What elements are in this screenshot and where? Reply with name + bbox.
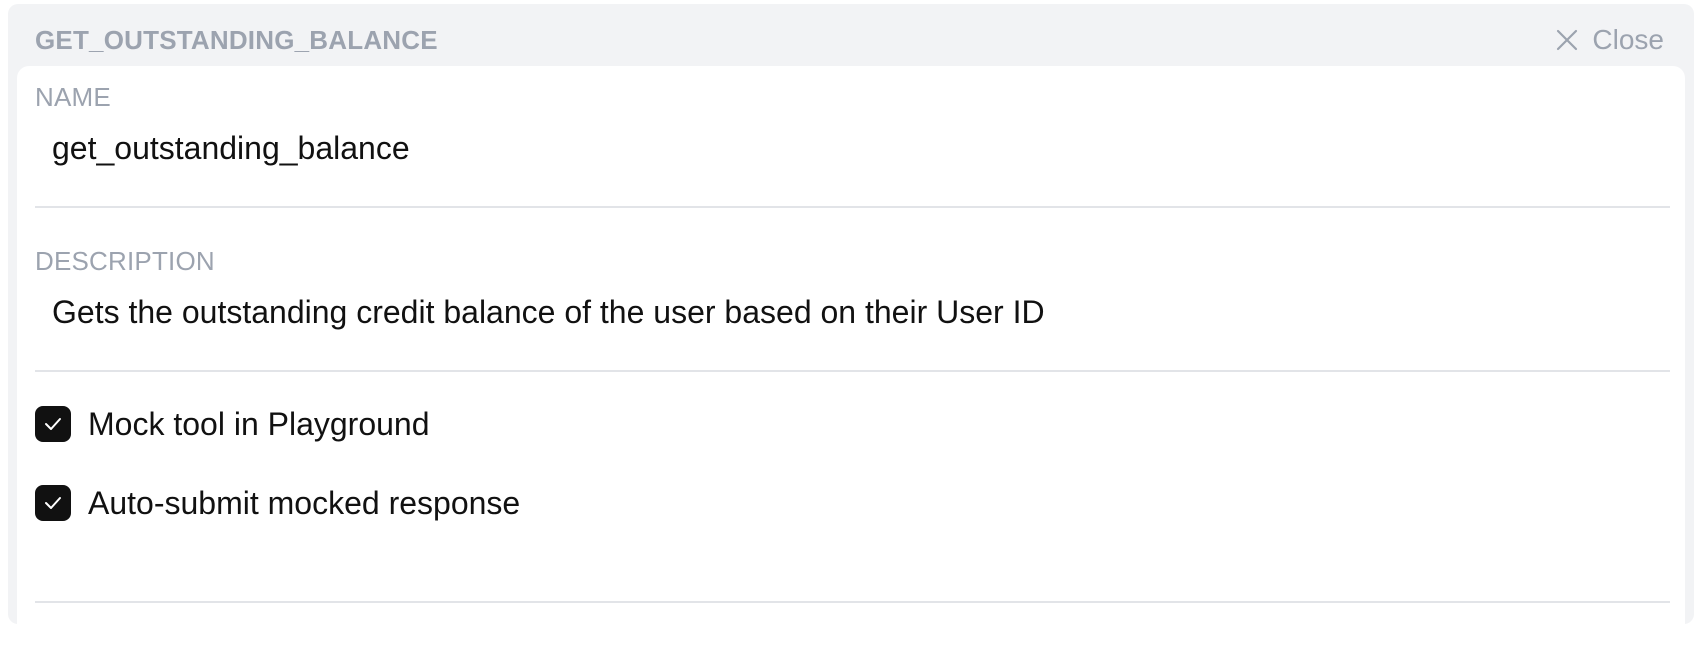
close-icon	[1557, 29, 1578, 51]
close-button-label: Close	[1592, 24, 1664, 55]
mock-tool-checkbox-row[interactable]: Mock tool in Playground	[35, 404, 430, 444]
name-field-divider	[35, 206, 1670, 208]
tool-detail-panel: GET_OUTSTANDING_BALANCE Close NAME DESCR…	[8, 4, 1694, 646]
description-input[interactable]	[52, 292, 1652, 332]
mock-tool-label: Mock tool in Playground	[88, 406, 430, 442]
name-input[interactable]	[52, 128, 1652, 168]
name-field-label: NAME	[35, 82, 111, 112]
tool-form-card: NAME DESCRIPTION Mock tool in Playground…	[17, 66, 1685, 646]
checkmark-icon	[45, 418, 61, 430]
auto-submit-checkbox[interactable]	[35, 485, 71, 521]
description-field-label: DESCRIPTION	[35, 246, 215, 276]
description-field-divider	[35, 370, 1670, 372]
auto-submit-label: Auto-submit mocked response	[88, 485, 521, 521]
options-divider	[35, 601, 1670, 603]
auto-submit-checkbox-row[interactable]: Auto-submit mocked response	[35, 483, 520, 523]
mock-tool-checkbox[interactable]	[35, 406, 71, 442]
panel-header: GET_OUTSTANDING_BALANCE Close	[8, 4, 1694, 66]
checkmark-icon	[45, 497, 61, 509]
close-button[interactable]: Close	[1554, 22, 1664, 58]
panel-title: GET_OUTSTANDING_BALANCE	[35, 25, 438, 55]
